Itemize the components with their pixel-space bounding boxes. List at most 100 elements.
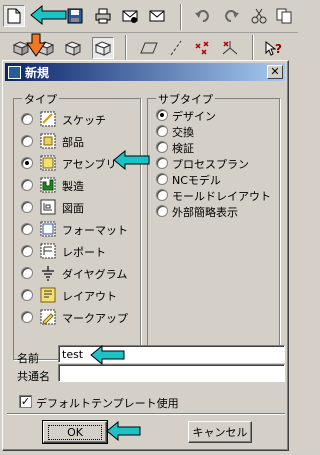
pointer-arrow-toolbar xyxy=(26,33,46,57)
subtype-label-external-simplified-rep: 外部簡略表示 xyxy=(172,206,238,219)
datum-axis-icon xyxy=(170,40,182,56)
manufacturing-icon xyxy=(40,177,56,193)
send-mail-icon xyxy=(122,10,138,23)
radio-drawing[interactable] xyxy=(21,201,33,213)
markup-icon xyxy=(40,309,56,325)
app-icon xyxy=(8,65,21,79)
common-name-input[interactable] xyxy=(58,364,285,382)
use-default-template-checkbox[interactable]: ✓ xyxy=(19,395,32,408)
new-file-button[interactable] xyxy=(3,5,25,27)
radio-verify[interactable] xyxy=(156,141,168,153)
report-icon xyxy=(40,243,56,259)
assembly-icon xyxy=(40,155,56,171)
type-label-layout: レイアウト xyxy=(62,290,117,303)
radio-design[interactable] xyxy=(156,109,168,121)
use-default-template-label: デフォルトテンプレート使用 xyxy=(36,397,179,410)
radio-interchange[interactable] xyxy=(156,125,168,137)
type-label-report: レポート xyxy=(62,246,106,259)
datum-point-button[interactable] xyxy=(192,37,214,59)
diagram-icon xyxy=(42,266,54,281)
format-icon xyxy=(40,221,56,237)
subtype-label-process-plan: プロセスプラン xyxy=(172,158,249,171)
dialog-title: 新規 xyxy=(25,65,50,80)
subtype-group-legend: サブタイプ xyxy=(156,91,215,107)
pointer-arrow-ok xyxy=(106,421,141,441)
drawing-icon xyxy=(40,199,56,215)
toolbar-separator xyxy=(180,4,182,30)
subtype-label-interchange: 交換 xyxy=(172,126,194,139)
datum-csys-button[interactable] xyxy=(219,37,241,59)
type-group: タイプ スケッチ 部品 アセンブリ 製造 図面 フォーマット レポート ダイヤグ… xyxy=(13,91,141,360)
radio-sketch[interactable] xyxy=(21,113,33,125)
subtype-group: サブタイプ デザイン 交換 検証 プロセスプラン NCモデル モールドレイアウト… xyxy=(147,91,280,360)
help-icon: ? xyxy=(265,40,282,56)
send-mail-button[interactable] xyxy=(119,5,141,27)
ok-button[interactable]: OK xyxy=(42,420,108,444)
radio-part[interactable] xyxy=(21,135,33,147)
undo-button[interactable] xyxy=(192,5,214,27)
view-button-4[interactable] xyxy=(92,37,114,59)
datum-plane-icon xyxy=(140,42,158,54)
type-label-manufacturing: 製造 xyxy=(62,180,84,193)
radio-nc-model[interactable] xyxy=(156,173,168,185)
cut-button[interactable] xyxy=(248,5,270,27)
subtype-label-mold-layout: モールドレイアウト xyxy=(172,190,271,203)
type-label-assembly: アセンブリ xyxy=(62,158,117,171)
radio-markup[interactable] xyxy=(21,311,33,323)
datum-point-icon xyxy=(195,41,209,55)
datum-plane-button[interactable] xyxy=(138,37,160,59)
pointer-arrow-new-file xyxy=(30,5,67,25)
view-cube-3-icon xyxy=(64,41,82,56)
copy-button[interactable] xyxy=(273,5,295,27)
mail-icon xyxy=(149,10,165,22)
close-button[interactable]: ✕ xyxy=(267,65,283,79)
view-button-3[interactable] xyxy=(62,37,84,59)
print-button[interactable] xyxy=(92,5,114,27)
copy-icon xyxy=(276,8,292,24)
type-group-legend: タイプ xyxy=(22,91,59,107)
datum-csys-icon xyxy=(222,41,238,55)
subtype-label-nc-model: NCモデル xyxy=(172,174,221,187)
radio-assembly[interactable] xyxy=(21,157,33,169)
subtype-label-verify: 検証 xyxy=(172,142,194,155)
pointer-arrow-assembly xyxy=(113,150,150,170)
redo-button[interactable] xyxy=(220,5,242,27)
sketch-icon xyxy=(40,111,56,127)
radio-manufacturing[interactable] xyxy=(21,179,33,191)
subtype-label-design: デザイン xyxy=(172,110,216,123)
redo-icon xyxy=(225,10,239,22)
radio-process-plan[interactable] xyxy=(156,157,168,169)
pointer-arrow-name xyxy=(90,345,125,365)
radio-diagram[interactable] xyxy=(21,267,33,279)
type-label-part: 部品 xyxy=(62,136,84,149)
radio-format[interactable] xyxy=(21,223,33,235)
new-dialog: 新規 ✕ タイプ スケッチ 部品 アセンブリ 製造 図面 フォーマット レポート… xyxy=(2,60,289,451)
help-button[interactable]: ? xyxy=(262,37,284,59)
layout-icon xyxy=(40,287,56,303)
type-label-format: フォーマット xyxy=(62,224,128,237)
name-label: 名前 xyxy=(17,352,39,365)
radio-mold-layout[interactable] xyxy=(156,189,168,201)
undo-icon xyxy=(195,10,209,22)
datum-axis-button[interactable] xyxy=(165,37,187,59)
common-name-label: 共通名 xyxy=(17,370,50,383)
new-file-icon xyxy=(7,8,21,24)
radio-external-simplified-rep[interactable] xyxy=(156,205,168,217)
toolbar-separator xyxy=(252,35,254,61)
cancel-button-label: キャンセル xyxy=(192,426,248,439)
toolbar-separator xyxy=(125,35,127,61)
type-label-drawing: 図面 xyxy=(62,202,84,215)
svg-text:?: ? xyxy=(275,42,282,56)
cancel-button[interactable]: キャンセル xyxy=(188,421,252,443)
radio-report[interactable] xyxy=(21,245,33,257)
type-label-diagram: ダイヤグラム xyxy=(62,268,128,281)
print-icon xyxy=(95,8,111,24)
save-icon xyxy=(67,8,83,24)
ok-button-label: OK xyxy=(48,424,102,440)
radio-layout[interactable] xyxy=(21,289,33,301)
type-label-markup: マークアップ xyxy=(62,312,128,325)
cut-icon xyxy=(251,8,267,24)
mail-button[interactable] xyxy=(146,5,168,27)
dialog-titlebar: 新規 ✕ xyxy=(5,63,285,81)
part-icon xyxy=(40,133,56,149)
